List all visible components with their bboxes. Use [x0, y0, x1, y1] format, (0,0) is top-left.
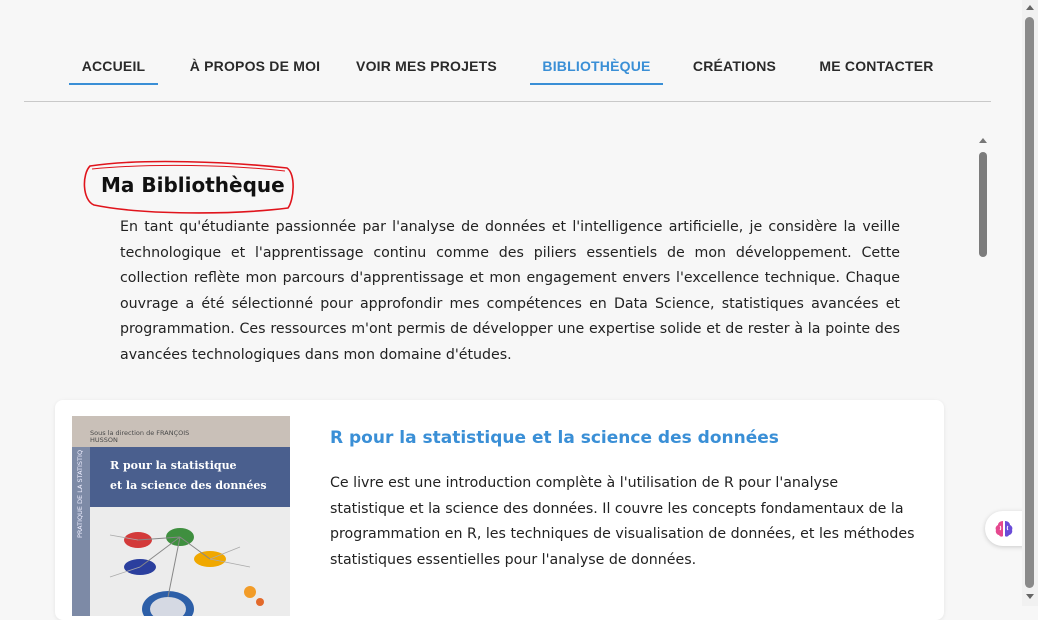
cover-mindmap-art	[90, 507, 290, 616]
content-scroll-up-icon[interactable]	[979, 138, 987, 143]
cover-side-text-wrap: PRATIQUE DE LA STATISTIQUE	[76, 450, 88, 540]
cover-title: R pour la statistique et la science des …	[110, 456, 285, 496]
cover-title-line1: R pour la statistique	[110, 459, 237, 472]
cover-top-text: Sous la direction de FRANÇOIS HUSSON	[90, 429, 190, 444]
brain-extension-button[interactable]	[985, 511, 1025, 546]
nav-a-propos[interactable]: À PROPOS DE MOI	[177, 47, 333, 85]
nav-contact[interactable]: ME CONTACTER	[810, 47, 943, 85]
window-scroll-down-icon[interactable]	[1026, 594, 1034, 599]
nav-projets[interactable]: VOIR MES PROJETS	[352, 47, 501, 85]
cover-title-line2: et la science des données	[110, 479, 267, 492]
window-scrollbar[interactable]	[1022, 0, 1038, 606]
nav-bibliotheque[interactable]: BIBLIOTHÈQUE	[530, 47, 663, 85]
main-nav: ACCUEIL À PROPOS DE MOI VOIR MES PROJETS…	[24, 0, 991, 102]
page-title-wrapper: Ma Bibliothèque	[82, 160, 296, 216]
window-scroll-thumb[interactable]	[1025, 17, 1034, 588]
book-title[interactable]: R pour la statistique et la science des …	[330, 428, 779, 448]
page-title: Ma Bibliothèque	[101, 173, 285, 197]
content-scroll-thumb[interactable]	[979, 152, 987, 257]
nav-accueil[interactable]: ACCUEIL	[69, 47, 158, 85]
brain-icon	[995, 521, 1013, 537]
book-description: Ce livre est une introduction complète à…	[330, 475, 915, 568]
book-cover-image: Sous la direction de FRANÇOIS HUSSON PRA…	[72, 416, 290, 616]
window-scroll-up-icon[interactable]	[1026, 5, 1034, 10]
cover-mindmap-drawing	[109, 528, 264, 616]
cover-side-text: PRATIQUE DE LA STATISTIQUE	[76, 450, 84, 538]
nav-creations[interactable]: CRÉATIONS	[680, 47, 789, 85]
intro-paragraph: En tant qu'étudiante passionnée par l'an…	[120, 219, 900, 363]
